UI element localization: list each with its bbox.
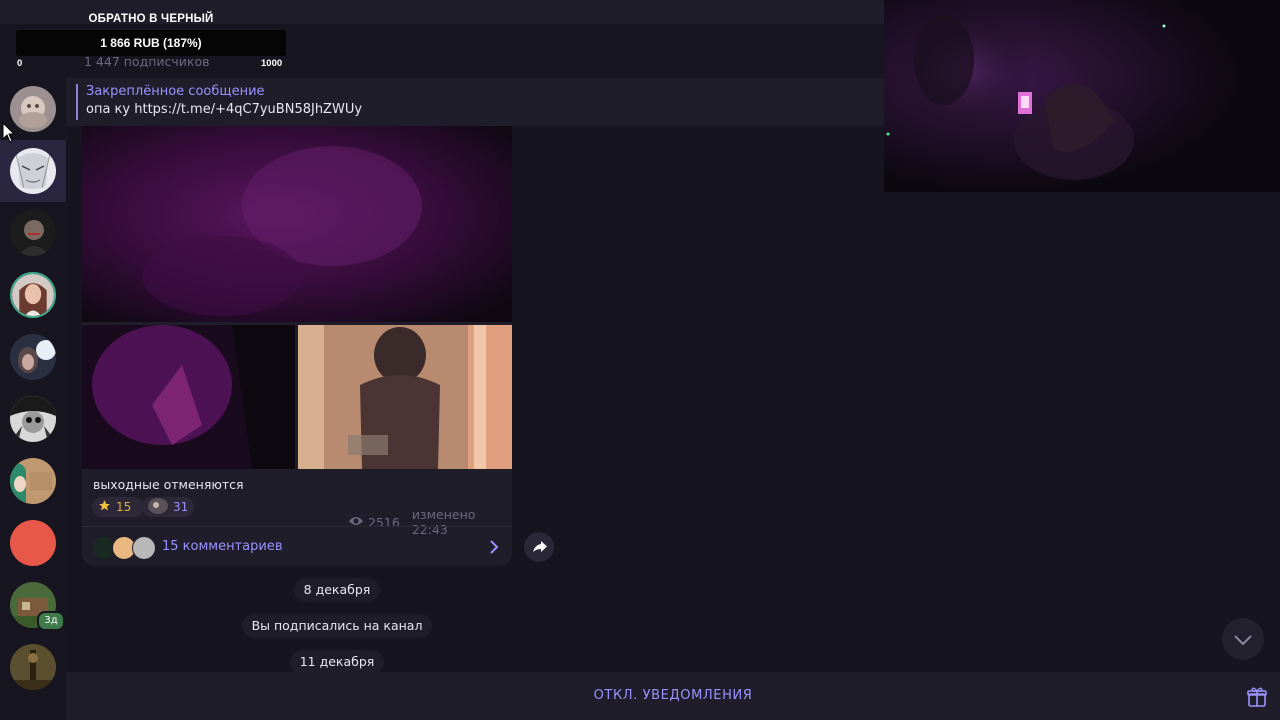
post-photo-2[interactable] — [82, 325, 295, 469]
post-photo-1[interactable] — [82, 126, 512, 322]
channel-post: выходные отменяются 15 31 2516 изменено … — [82, 126, 512, 566]
donation-goal-title: ОБРАТНО В ЧЕРНЫЙ — [88, 13, 214, 25]
chat-list-rail: 3д — [0, 78, 66, 720]
reaction-count: 15 — [116, 500, 132, 514]
chat-item-2[interactable] — [0, 140, 66, 202]
unread-badge: 3д — [37, 611, 65, 631]
donation-goal-max: 1000 — [261, 58, 283, 69]
chat-item-8[interactable] — [0, 512, 66, 574]
date-separator: 11 декабря — [290, 650, 384, 674]
chat-item-7[interactable] — [0, 450, 66, 512]
chat-item-6[interactable] — [0, 388, 66, 450]
chevron-right-icon — [486, 537, 502, 557]
comments-label: 15 комментариев — [162, 539, 283, 554]
post-text: выходные отменяются — [93, 477, 244, 492]
reaction-count: 31 — [173, 500, 189, 514]
mute-notifications-button[interactable]: ОТКЛ. УВЕДОМЛЕНИЯ — [66, 672, 1280, 720]
telegram-channel-window: 1 447 подписчиков ОБРАТНО В ЧЕРНЫЙ 1 866… — [0, 0, 1280, 720]
donation-goal-bar: 1 866 RUB (187%) — [16, 30, 286, 56]
avatar — [10, 272, 56, 318]
pinned-message-bar[interactable]: Закреплённое сообщение опа ку https://t.… — [66, 78, 884, 126]
gift-icon — [1247, 687, 1267, 707]
commenter-avatars — [92, 536, 156, 560]
reaction-custom[interactable]: 31 — [142, 497, 194, 517]
reaction-star[interactable]: 15 — [92, 497, 144, 517]
gift-button[interactable] — [1246, 686, 1268, 708]
chat-item-9[interactable]: 3д — [0, 574, 66, 636]
donation-goal-min: 0 — [17, 58, 23, 69]
chat-item-10[interactable] — [0, 636, 66, 698]
avatar — [10, 148, 56, 194]
subscriber-count: 1 447 подписчиков — [84, 54, 210, 69]
avatar — [10, 396, 56, 442]
bottom-bar: ОТКЛ. УВЕДОМЛЕНИЯ — [66, 672, 1280, 720]
pinned-title: Закреплённое сообщение — [86, 84, 265, 99]
scroll-down-button[interactable] — [1222, 618, 1264, 660]
avatar — [10, 520, 56, 566]
avatar — [10, 334, 56, 380]
service-message: Вы подписались на канал — [242, 614, 432, 638]
star-icon — [98, 499, 111, 515]
avatar — [10, 86, 56, 132]
avatar — [132, 536, 156, 560]
avatar — [10, 210, 56, 256]
chat-item-3[interactable] — [0, 202, 66, 264]
chat-item-5[interactable] — [0, 326, 66, 388]
avatar — [10, 644, 56, 690]
pinned-text: опа ку https://t.me/+4qC7yuBN58JhZWUy — [86, 102, 363, 117]
date-separator: 8 декабря — [294, 578, 380, 602]
donation-goal-amount: 1 866 RUB (187%) — [100, 36, 202, 50]
avatar — [10, 458, 56, 504]
post-photo-3[interactable] — [298, 325, 512, 469]
comments-button[interactable]: 15 комментариев — [82, 526, 512, 567]
chevron-down-icon — [1234, 635, 1252, 646]
webcam-overlay — [884, 0, 1280, 192]
share-button[interactable] — [524, 532, 554, 562]
mouse-cursor-icon — [2, 121, 16, 144]
share-icon — [533, 541, 547, 552]
pinned-accent-line — [76, 84, 78, 120]
custom-emoji-icon — [148, 497, 168, 517]
chat-item-4[interactable] — [0, 264, 66, 326]
